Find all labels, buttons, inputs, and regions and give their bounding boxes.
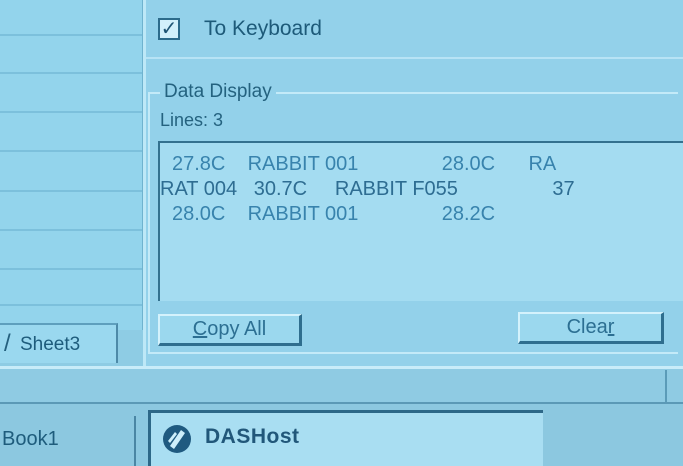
lines-count-label: Lines: 3 <box>160 110 224 130</box>
copy-all-label: opy All <box>207 318 267 340</box>
to-keyboard-label: To Keyboard <box>204 17 322 40</box>
grid-row-line <box>0 229 142 231</box>
display-line: 28.0C RABBIT 001 28.2C <box>172 203 496 225</box>
clear-mnemonic: r <box>607 316 615 338</box>
grid-row-line <box>0 150 142 152</box>
tab-slash: / <box>4 330 11 357</box>
grid-row-line <box>0 34 142 36</box>
data-display-title: Data Display <box>160 81 276 103</box>
section-divider <box>146 57 683 59</box>
to-keyboard-checkbox[interactable]: ✓ <box>158 18 180 40</box>
data-display-textbox[interactable]: 27.8C RABBIT 001 28.0C RA RAT 004 30.7C … <box>158 141 683 301</box>
display-line: 27.8C RABBIT 001 28.0C RA <box>172 153 557 175</box>
taskbar-item-dashost[interactable]: DASHost <box>148 410 543 466</box>
clear-label: Clea <box>566 316 608 338</box>
grid-row-line <box>0 304 142 306</box>
sheet-tab-sheet3[interactable]: / Sheet3 <box>0 323 118 363</box>
dashost-icon <box>161 423 193 455</box>
copy-all-button[interactable]: Copy All <box>158 314 302 346</box>
grid-row-line <box>0 72 142 74</box>
taskbar-item-label: DASHost <box>205 425 300 448</box>
status-bar-separator <box>665 370 667 406</box>
grid-row-line <box>0 111 142 113</box>
clear-button[interactable]: Clear <box>518 312 664 344</box>
taskbar-item-label: Book1 <box>2 428 59 450</box>
taskbar-item-book1[interactable]: Book1 <box>0 416 136 466</box>
status-bar <box>0 366 683 406</box>
spreadsheet-grid <box>0 0 144 330</box>
panel-edge <box>143 0 146 366</box>
sheet-tab-label: Sheet3 <box>20 334 81 355</box>
display-line: RAT 004 30.7C RABBIT F055 37 <box>160 178 575 200</box>
copy-all-mnemonic: C <box>192 318 208 340</box>
grid-row-line <box>0 268 142 270</box>
grid-row-line <box>0 190 142 192</box>
